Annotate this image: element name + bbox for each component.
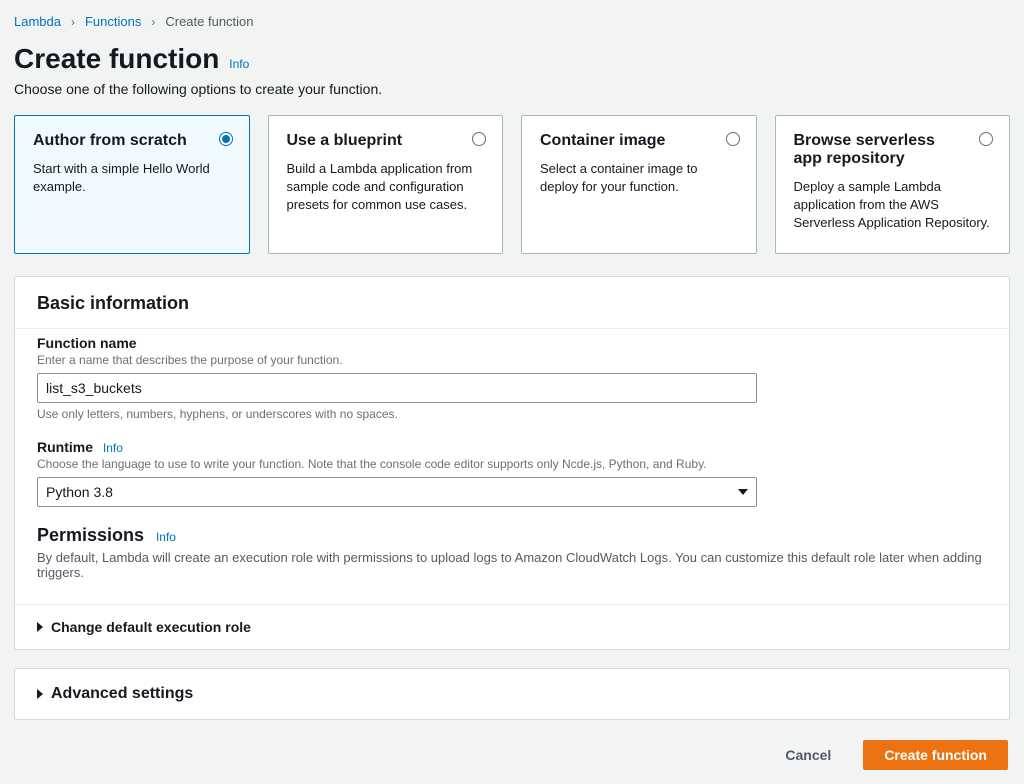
option-title: Author from scratch xyxy=(33,132,231,150)
radio-icon xyxy=(472,132,486,146)
hint-function-name: Enter a name that describes the purpose … xyxy=(37,353,987,367)
footer-actions: Cancel Create function xyxy=(14,740,1010,770)
field-permissions: Permissions Info By default, Lambda will… xyxy=(37,525,987,580)
radio-icon xyxy=(726,132,740,146)
page-subtitle: Choose one of the following options to c… xyxy=(14,81,1010,97)
breadcrumb-lambda[interactable]: Lambda xyxy=(14,14,61,29)
option-desc: Select a container image to deploy for y… xyxy=(540,160,738,196)
create-function-button[interactable]: Create function xyxy=(863,740,1008,770)
function-name-input[interactable] xyxy=(37,373,757,403)
info-link-header[interactable]: Info xyxy=(229,57,249,71)
field-function-name: Function name Enter a name that describe… xyxy=(37,335,987,421)
option-desc: Start with a simple Hello World example. xyxy=(33,160,231,196)
hint-runtime: Choose the language to use to write your… xyxy=(37,457,987,471)
radio-icon xyxy=(979,132,993,146)
advanced-settings-label: Advanced settings xyxy=(51,685,193,703)
runtime-value: Python 3.8 xyxy=(46,484,113,500)
radio-icon xyxy=(219,132,233,146)
option-desc: Deploy a sample Lambda application from … xyxy=(794,178,992,233)
panel-heading: Basic information xyxy=(15,277,1009,328)
option-title: Browse serverless app repository xyxy=(794,132,992,168)
breadcrumb-current: Create function xyxy=(165,14,253,29)
change-default-execution-role[interactable]: Change default execution role xyxy=(15,604,1009,649)
basic-information-panel: Basic information Function name Enter a … xyxy=(14,276,1010,650)
caret-right-icon xyxy=(37,622,43,632)
option-title: Container image xyxy=(540,132,738,150)
info-link-permissions[interactable]: Info xyxy=(156,530,176,544)
chevron-right-icon: › xyxy=(151,15,155,29)
breadcrumb-functions[interactable]: Functions xyxy=(85,14,141,29)
info-link-runtime[interactable]: Info xyxy=(103,441,123,455)
runtime-select[interactable]: Python 3.8 xyxy=(37,477,757,507)
option-title: Use a blueprint xyxy=(287,132,485,150)
advanced-settings[interactable]: Advanced settings xyxy=(14,668,1010,720)
chevron-down-icon xyxy=(738,489,748,495)
constraint-function-name: Use only letters, numbers, hyphens, or u… xyxy=(37,407,987,421)
cancel-button[interactable]: Cancel xyxy=(765,741,851,769)
label-function-name: Function name xyxy=(37,335,987,351)
option-author-from-scratch[interactable]: Author from scratch Start with a simple … xyxy=(14,115,250,254)
option-serverless-repo[interactable]: Browse serverless app repository Deploy … xyxy=(775,115,1011,254)
option-desc: Build a Lambda application from sample c… xyxy=(287,160,485,215)
desc-permissions: By default, Lambda will create an execut… xyxy=(37,550,987,580)
option-use-blueprint[interactable]: Use a blueprint Build a Lambda applicati… xyxy=(268,115,504,254)
option-container-image[interactable]: Container image Select a container image… xyxy=(521,115,757,254)
expandable-label: Change default execution role xyxy=(51,619,251,635)
page-title: Create function xyxy=(14,43,219,75)
label-permissions: Permissions xyxy=(37,525,144,546)
field-runtime: Runtime Info Choose the language to use … xyxy=(37,439,987,507)
chevron-right-icon: › xyxy=(71,15,75,29)
caret-right-icon xyxy=(37,689,43,699)
label-runtime: Runtime xyxy=(37,439,93,455)
breadcrumb: Lambda › Functions › Create function xyxy=(14,12,1010,35)
creation-options: Author from scratch Start with a simple … xyxy=(14,115,1010,254)
